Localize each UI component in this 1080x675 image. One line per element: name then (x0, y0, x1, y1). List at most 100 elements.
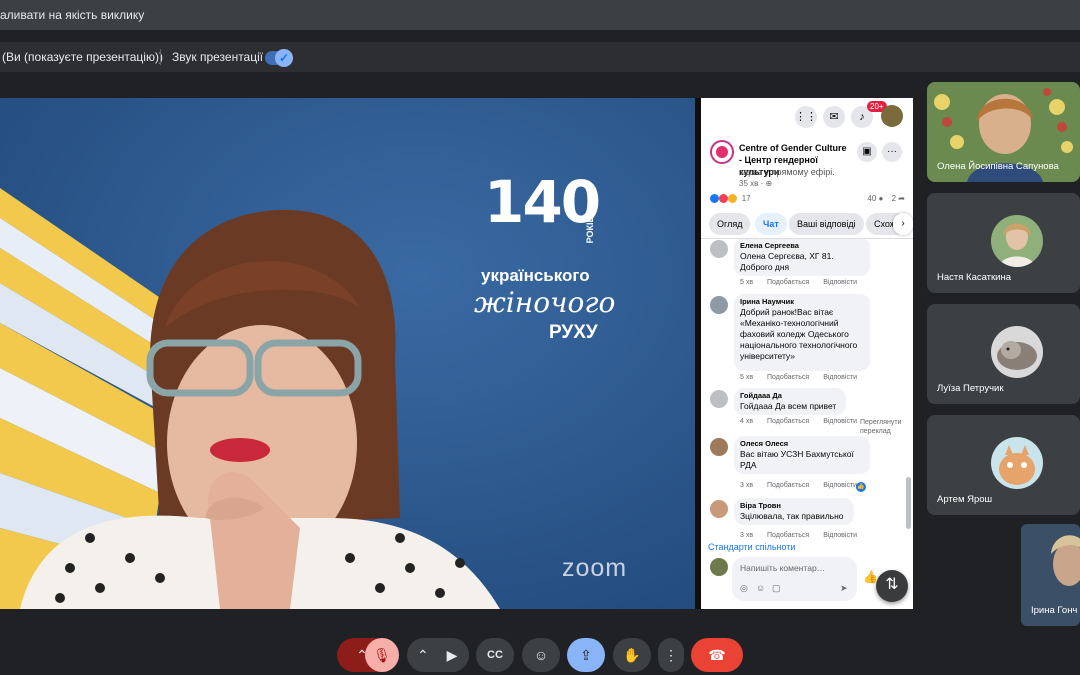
comment-bubble: Гойдааа Да Гойдааа Да всем привет (734, 388, 846, 415)
comment-like-link[interactable]: Подобається (767, 418, 809, 425)
comment-time: 3 хв (740, 482, 754, 489)
commenter-name[interactable]: Ірина Наумчик (740, 297, 864, 307)
commenter-avatar[interactable] (710, 438, 728, 456)
slide-line-women: жіночого (474, 286, 616, 319)
comment-time: 4 хв (740, 418, 754, 425)
gif-sticker-icon[interactable]: ▢ (772, 583, 781, 594)
emoji-reaction-icon[interactable]: ☺ (522, 638, 560, 672)
participant-tile[interactable]: Артем Ярош (927, 415, 1080, 515)
comment-like-link[interactable]: Подобається (767, 482, 809, 489)
save-icon[interactable]: ▣ (857, 142, 877, 162)
shares-count[interactable]: 2 (892, 194, 896, 203)
captions-icon[interactable]: CC (476, 638, 514, 672)
community-standards-link[interactable]: Стандарти спільноти (708, 542, 795, 552)
comment-meta: 5 хв Подобається Відповісти (740, 279, 869, 286)
raise-hand-icon[interactable]: ✋ (613, 638, 651, 672)
facebook-live-panel: ⋮⋮ ✉ ♪ 20+ Centre of Gender Culture - Це… (701, 98, 913, 609)
tabs-next-chevron-icon[interactable]: › (893, 213, 913, 235)
commenter-avatar[interactable] (710, 500, 728, 518)
commenter-name[interactable]: Елена Сергеева (740, 241, 864, 251)
send-icon[interactable]: ➤ (840, 583, 848, 594)
comment-reply-link[interactable]: Відповісти (823, 418, 857, 425)
call-quality-text: аливати на якість виклику (0, 8, 145, 22)
presenting-status-text: (Ви (показуєте презентацію)) (2, 50, 163, 64)
comment-reply-link[interactable]: Відповісти (823, 279, 857, 286)
comment-meta: 3 хв Подобається Відповісти (740, 532, 869, 539)
slide-line-movement: РУХУ (549, 322, 598, 343)
commenter-name[interactable]: Гойдааа Да (740, 391, 840, 401)
comment-bubble-icon: ● (878, 194, 886, 203)
comment-text: Добрий ранок!Вас вітає «Механіко-техноло… (740, 307, 858, 361)
call-controls: ⌃ 🎙 ⌃ ▶ CC ☺ ⇪ ✋ ⋮ ☎ (0, 630, 1080, 675)
messenger-icon[interactable]: ✉ (823, 106, 845, 128)
care-reaction-icon (728, 194, 738, 204)
comments-list: Елена Сергеева Олена Сергєєва, ХГ 81. До… (701, 239, 913, 539)
love-reaction-icon (719, 194, 729, 204)
comment-like-link[interactable]: Подобається (767, 532, 809, 539)
participant-tile[interactable]: Олена Йосипівна Сапунова (927, 82, 1080, 182)
tab-overview[interactable]: Огляд (709, 213, 751, 235)
present-screen-icon[interactable]: ⇪ (567, 638, 605, 672)
hang-up-icon[interactable]: ☎ (691, 638, 743, 672)
participant-name: Ірина Гонч (1031, 605, 1078, 616)
participant-tile[interactable]: Ірина Гонч (1021, 524, 1080, 626)
slide-years: РОКІВ (585, 216, 595, 244)
page-logo[interactable] (710, 140, 734, 164)
account-avatar[interactable] (881, 105, 903, 127)
participant-name: Олена Йосипівна Сапунова (937, 161, 1059, 172)
comments-count[interactable]: 40 (867, 194, 876, 203)
commenter-name[interactable]: Олеся Олеся (740, 439, 864, 449)
menu-grid-icon[interactable]: ⋮⋮ (795, 106, 817, 128)
comment-input[interactable]: Напишіть коментар… ◎ ☺ ▢ ➤ (732, 557, 857, 601)
post-time: 35 хв · ⊕ (739, 179, 773, 188)
participant-tile[interactable]: Луїза Петручик (927, 304, 1080, 404)
comment-like-link[interactable]: Подобається (767, 279, 809, 286)
call-quality-banner: аливати на якість виклику (0, 0, 1080, 30)
commenter-avatar[interactable] (710, 390, 728, 408)
tab-your-replies[interactable]: Ваші відповіді (789, 213, 864, 235)
comment-reply-link[interactable]: Відповісти (823, 482, 857, 489)
comment-bubble: Віра Тровн Зцілювала, так правильно (734, 498, 854, 525)
mic-off-icon[interactable]: 🎙 (365, 638, 399, 672)
more-options-icon[interactable]: ⋮ (658, 638, 684, 672)
scrollbar-thumb[interactable] (906, 477, 911, 529)
avatar-sticker-icon[interactable]: ◎ (740, 583, 748, 594)
comments-scrollbar[interactable] (906, 239, 911, 539)
participant-name: Настя Касаткина (937, 272, 1012, 283)
participant-avatar (991, 326, 1043, 378)
shared-screen: 140 РОКІВ українського жіночого РУХУ ZOO… (0, 98, 913, 609)
participant-tile[interactable]: Настя Касаткина (927, 193, 1080, 293)
comment-text: Гойдааа Да всем привет (740, 401, 837, 411)
presentation-sound-toggle[interactable]: ✓ (265, 49, 293, 67)
comment-bubble: Елена Сергеева Олена Сергєєва, ХГ 81. До… (734, 239, 870, 276)
meet-window: аливати на якість виклику (Ви (показуєте… (0, 0, 1080, 675)
comment-text: Вас вітаю УСЗН Бахмутської РДА (740, 449, 854, 470)
comment-time: 5 хв (740, 374, 754, 381)
check-icon: ✓ (275, 49, 293, 67)
comment-text: Олена Сергєєва, ХГ 81. Доброго дня (740, 251, 834, 272)
participant-avatar (991, 437, 1043, 489)
reactions-summary[interactable]: 17 (710, 194, 751, 204)
presentation-sound-label: Звук презентації (172, 50, 264, 64)
tab-chat[interactable]: Чат (755, 213, 787, 235)
like-reaction-icon (710, 194, 719, 204)
more-options-icon[interactable]: ··· (882, 142, 902, 162)
comment-like-link[interactable]: Подобається (767, 374, 809, 381)
commenter-name[interactable]: Віра Тровн (740, 501, 848, 511)
comment-reply-link[interactable]: Відповісти (823, 374, 857, 381)
see-translation-link[interactable]: Переглянути переклад (860, 418, 906, 436)
comment-time: 3 хв (740, 532, 754, 539)
reactions-count: 17 (741, 194, 751, 203)
comment-reply-link[interactable]: Відповісти (823, 532, 857, 539)
share-arrow-icon: ➦ (898, 194, 905, 203)
commenter-avatar[interactable] (710, 240, 728, 258)
comment-time: 5 хв (740, 279, 754, 286)
commenter-avatar[interactable] (710, 296, 728, 314)
zoom-watermark: ZOOM (562, 554, 628, 582)
my-avatar (710, 558, 728, 576)
emoji-icon[interactable]: ☺ (756, 583, 765, 593)
swap-arrows-icon[interactable]: ⇅ (876, 570, 908, 602)
comment-meta: 3 хв Подобається Відповісти (740, 482, 869, 489)
camera-icon[interactable]: ▶ (435, 638, 469, 672)
comment-input-placeholder: Напишіть коментар… (740, 563, 826, 573)
